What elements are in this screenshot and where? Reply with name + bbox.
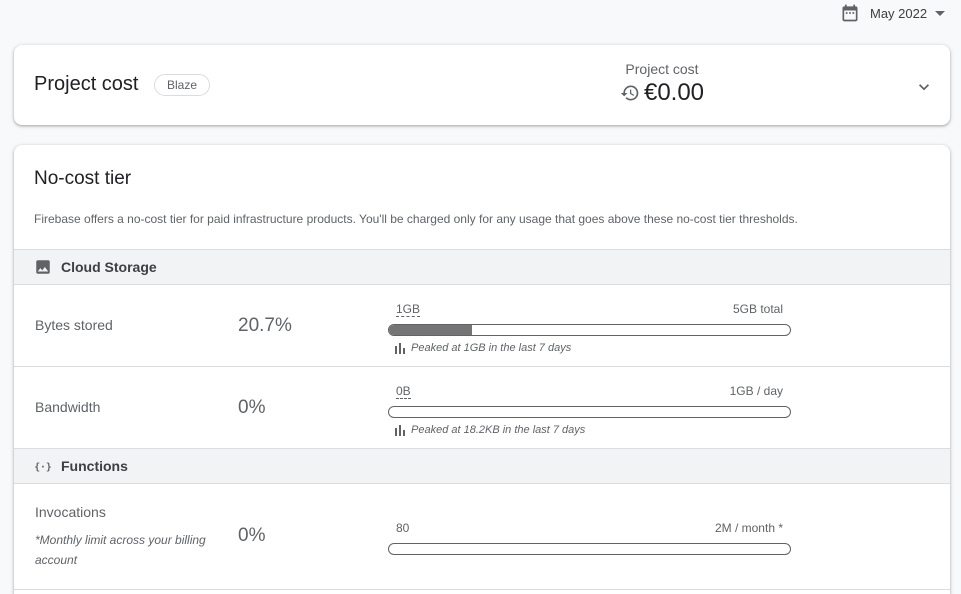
section-title: Cloud Storage [61,259,157,275]
bar-chart-icon [395,425,405,436]
usage-total-label: 1GB / day [729,384,783,398]
metric-row-invocations: Invocations *Monthly limit across your b… [14,484,950,590]
usage-total-label: 5GB total [732,302,783,316]
usage-bar [388,324,791,336]
tier-title: No-cost tier [34,168,132,189]
usage-used-label[interactable]: 1GB [396,302,421,317]
no-cost-tier-card: No-cost tier Firebase offers a no-cost t… [14,145,950,594]
peak-text: Peaked at 18.2KB in the last 7 days [411,424,586,436]
metric-percent: 0% [238,397,266,418]
project-cost-title: Project cost [34,73,139,95]
section-title: Functions [61,458,128,474]
peak-text: Peaked at 1GB in the last 7 days [411,342,572,354]
section-functions: {·} Functions [14,448,950,484]
history-icon [620,85,639,101]
expand-chevron-icon[interactable] [914,77,934,97]
metric-note: *Monthly limit across your billing accou… [35,533,206,567]
usage-total-label: 2M / month * [714,521,783,535]
usage-bar-group: 0B 1GB / day Peaked at 18.2KB in the las… [388,384,791,436]
metric-name: Bandwidth [35,399,101,415]
image-icon [36,260,50,274]
metric-name: Bytes stored [35,317,113,333]
project-cost-card: Project cost Blaze Project cost €0.00 [14,45,950,125]
svg-text:{·}: {·} [34,462,52,473]
tier-description: Firebase offers a no-cost tier for paid … [34,212,798,226]
bar-chart-icon [395,343,405,354]
usage-bar [388,543,791,555]
peak-note: Peaked at 18.2KB in the last 7 days [388,424,791,436]
section-cloud-storage: Cloud Storage [14,249,950,285]
month-selector[interactable]: May 2022 [840,2,946,24]
caret-down-icon [935,10,946,16]
cost-amount: €0.00 [643,79,705,106]
metric-row-bytes-stored: Bytes stored 20.7% 1GB 5GB total Peaked … [14,285,950,367]
peak-note: Peaked at 1GB in the last 7 days [388,342,791,354]
usage-used-label: 80 [396,521,410,535]
calendar-icon [842,4,858,22]
metric-row-bandwidth: Bandwidth 0% 0B 1GB / day Peaked at 18.2… [14,367,950,449]
cost-summary: Project cost €0.00 [594,61,730,107]
month-label: May 2022 [870,5,928,21]
metric-percent: 0% [238,525,266,546]
usage-bar-fill [389,325,472,335]
functions-icon: {·} [34,462,52,473]
metric-name: Invocations [35,504,106,520]
usage-bar-group: 80 2M / month * [388,521,791,555]
metric-percent: 20.7% [238,315,292,336]
plan-badge: Blaze [154,74,211,96]
usage-used-label[interactable]: 0B [396,384,411,399]
usage-bar [388,406,791,418]
usage-bar-group: 1GB 5GB total Peaked at 1GB in the last … [388,302,791,354]
cost-caption: Project cost [625,61,699,77]
